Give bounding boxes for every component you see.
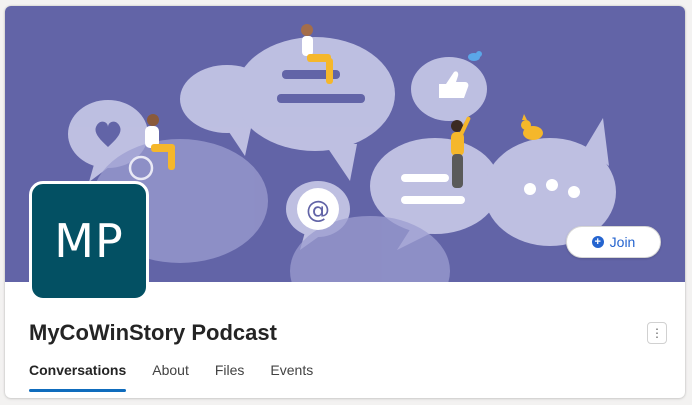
more-options-button[interactable]: ⋮ <box>647 322 667 344</box>
group-header-card: @ MP + Join MyCoWinStory Podcast ⋮ Conve… <box>5 6 685 398</box>
dots-icon <box>524 183 536 195</box>
cat-illustration <box>521 114 543 140</box>
more-vertical-icon: ⋮ <box>651 326 663 340</box>
plus-circle-icon: + <box>591 236 604 248</box>
group-avatar: MP <box>29 181 149 301</box>
tab-events[interactable]: Events <box>270 362 313 392</box>
group-tabs: Conversations About Files Events <box>29 362 313 392</box>
tab-about[interactable]: About <box>152 362 189 392</box>
tab-conversations[interactable]: Conversations <box>29 362 127 392</box>
tab-files[interactable]: Files <box>215 362 245 392</box>
avatar-initials: MP <box>54 214 124 268</box>
at-icon: @ <box>306 196 330 224</box>
group-title: MyCoWinStory Podcast <box>29 320 277 345</box>
join-label: Join <box>609 234 636 250</box>
join-button[interactable]: + Join <box>566 226 661 258</box>
